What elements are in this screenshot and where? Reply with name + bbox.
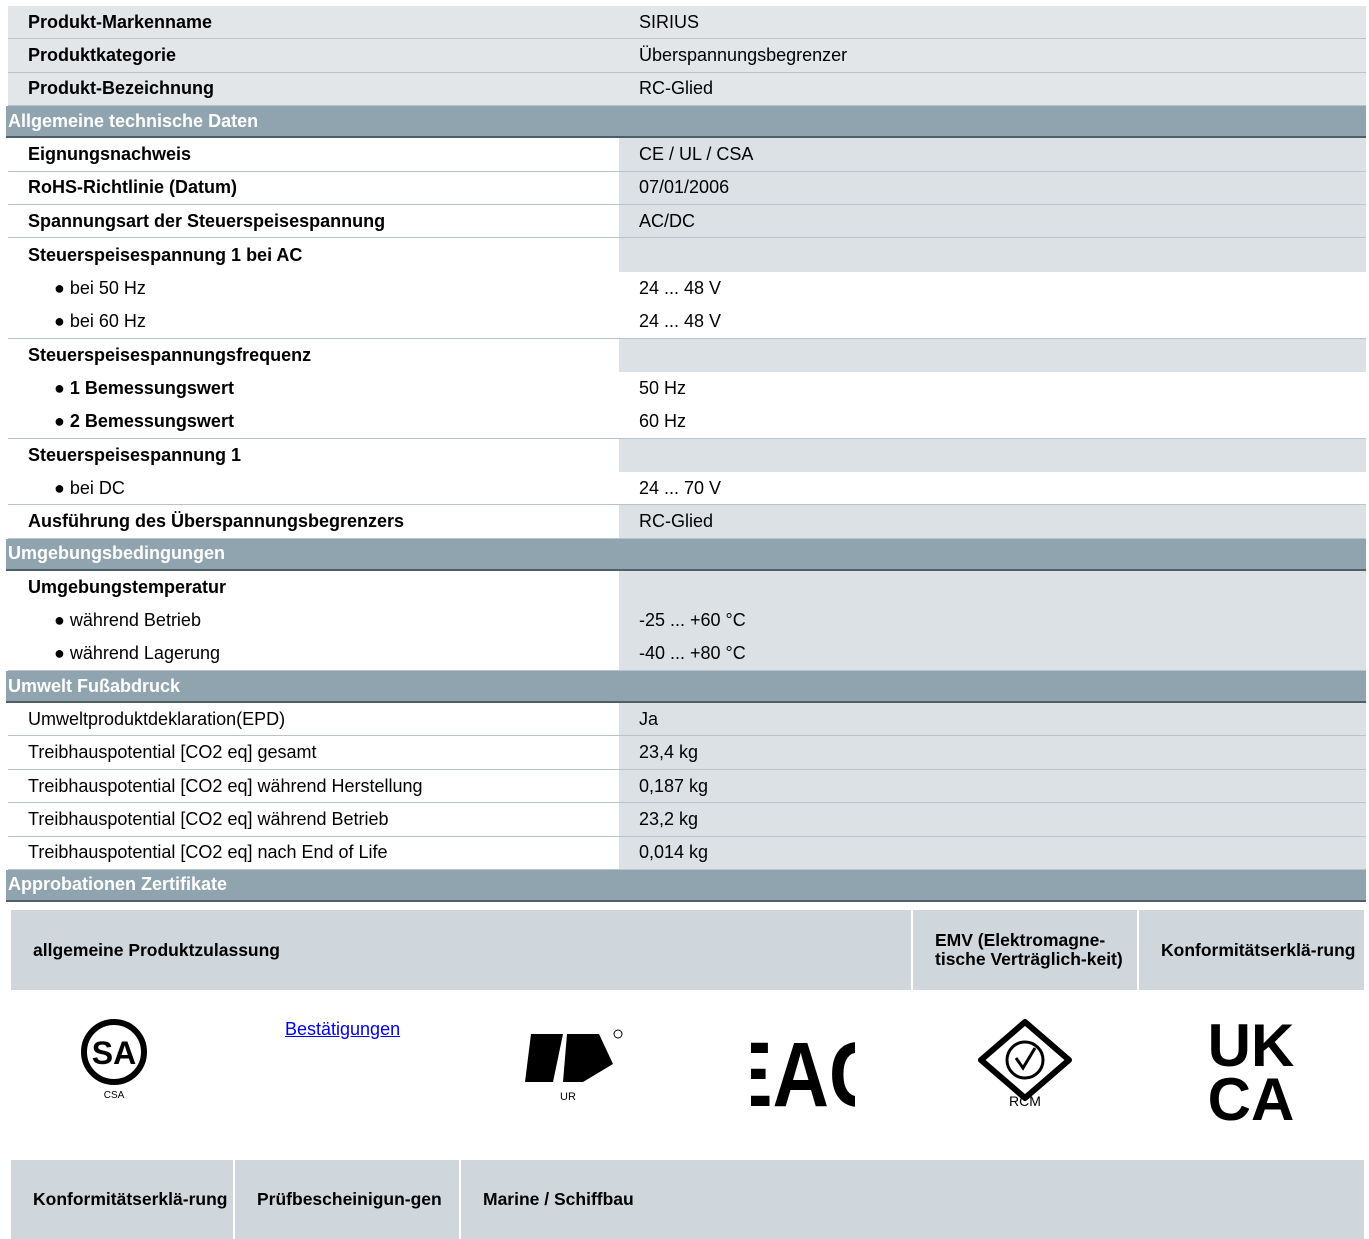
row-value: 0,187 kg (619, 769, 1366, 804)
sub-value: 50 Hz (619, 371, 1366, 406)
row-label: Umweltproduktdeklaration(EPD) (8, 703, 619, 737)
row-label: Produkt-Bezeichnung (8, 72, 619, 106)
sub-label: ● bei DC (8, 472, 619, 505)
table-row: Steuerspeisespannung 1 (8, 438, 1366, 473)
table-row: Treibhauspotential [CO2 eq] nach End of … (8, 836, 1366, 870)
csa-caption: CSA (104, 1090, 125, 1100)
row-label: RoHS-Richtlinie (Datum) (8, 171, 619, 204)
sub-value: 60 Hz (619, 405, 1366, 438)
ur-logo-icon: UR (525, 1029, 623, 1103)
group-value (619, 238, 1366, 272)
row-value: Überspannungsbegrenzer (619, 39, 1366, 72)
row-label: Treibhauspotential [CO2 eq] nach End of … (8, 836, 619, 870)
ur-caption: UR (560, 1091, 576, 1103)
cert-col-emv: EMV (Elektromagne-tische Verträglich-kei… (913, 910, 1139, 990)
row-value: SIRIUS (619, 6, 1366, 39)
table-row: ● während Lagerung -40 ... +80 °C (8, 637, 1366, 672)
row-label: Produktkategorie (8, 39, 619, 72)
row-value: 23,4 kg (619, 736, 1366, 770)
table-row: Produkt-Markenname SIRIUS (8, 6, 1366, 40)
row-value: AC/DC (619, 204, 1366, 238)
ukca-logo-icon: UK CA (1208, 1016, 1295, 1124)
table-row: Treibhauspotential [CO2 eq] während Betr… (8, 803, 1366, 837)
table-row: Steuerspeisespannungsfrequenz (8, 338, 1366, 372)
table-row: Steuerspeisespannung 1 bei AC (8, 238, 1366, 272)
row-label: Treibhauspotential [CO2 eq] gesamt (8, 736, 619, 770)
cert-col-conformity: Konformitätserklä-rung (1139, 910, 1364, 990)
table-row: ● bei DC 24 ... 70 V (8, 472, 1366, 506)
certificate-header-row: allgemeine Produktzulassung EMV (Elektro… (11, 910, 1364, 990)
sub-label: ● 2 Bemessungswert (8, 405, 619, 438)
section-header-env: Umgebungsbedingungen (6, 538, 1366, 571)
group-value (619, 438, 1366, 473)
row-label: Produkt-Markenname (8, 6, 619, 39)
table-row: Eignungsnachweis CE / UL / CSA (8, 138, 1366, 172)
certificate-logos: SA CSA UR EAC RCM UK CA (11, 1010, 1364, 1130)
table-row: Produkt-Bezeichnung RC-Glied (8, 72, 1366, 107)
table-row: Umgebungstemperatur (8, 570, 1366, 605)
table-row: ● während Betrieb -25 ... +60 °C (8, 604, 1366, 638)
row-label: Ausführung des Überspannungsbegrenzers (8, 505, 619, 538)
ukca-text-2: CA (1208, 1066, 1295, 1124)
section-header-certificates: Approbationen Zertifikate (6, 869, 1366, 902)
row-label: Treibhauspotential [CO2 eq] während Betr… (8, 803, 619, 837)
sub-value: 24 ... 48 V (619, 305, 1366, 338)
table-row: ● 2 Bemessungswert 60 Hz (8, 405, 1366, 439)
section-header-general: Allgemeine technische Daten (6, 106, 1366, 139)
row-label: Treibhauspotential [CO2 eq] während Hers… (8, 769, 619, 804)
sub-value: 24 ... 48 V (619, 271, 1366, 306)
group-label: Steuerspeisespannungsfrequenz (8, 338, 619, 372)
table-row: ● bei 50 Hz 24 ... 48 V (8, 271, 1366, 306)
row-value: RC-Glied (619, 72, 1366, 106)
sub-value: 24 ... 70 V (619, 472, 1366, 505)
row-value: Ja (619, 703, 1366, 737)
cert-col-general: allgemeine Produktzulassung (11, 910, 913, 990)
table-row: ● 1 Bemessungswert 50 Hz (8, 371, 1366, 406)
row-value: RC-Glied (619, 505, 1366, 538)
row-value: 0,014 kg (619, 836, 1366, 870)
sub-value: -25 ... +60 °C (619, 604, 1366, 638)
sub-label: ● 1 Bemessungswert (8, 371, 619, 406)
table-row: Treibhauspotential [CO2 eq] während Hers… (8, 769, 1366, 804)
group-label: Steuerspeisespannung 1 (8, 438, 619, 473)
sub-label: ● während Betrieb (8, 604, 619, 638)
csa-logo-icon: SA CSA (81, 1019, 147, 1100)
table-row: ● bei 60 Hz 24 ... 48 V (8, 305, 1366, 339)
row-label: Spannungsart der Steuerspeisespannung (8, 204, 619, 238)
spec-table: Produkt-Markenname SIRIUS Produktkategori… (6, 6, 1366, 902)
sub-value: -40 ... +80 °C (619, 637, 1366, 671)
svg-text:SA: SA (92, 1035, 136, 1071)
eac-text: EAC (751, 1028, 855, 1110)
table-row: Ausführung des Überspannungsbegrenzers RC… (8, 505, 1366, 539)
row-value: 07/01/2006 (619, 171, 1366, 204)
rcm-caption: RCM (1009, 1093, 1041, 1108)
table-row: Umweltproduktdeklaration(EPD) Ja (8, 703, 1366, 737)
table-row: RoHS-Richtlinie (Datum) 07/01/2006 (8, 171, 1366, 205)
certificate-header-row-2: Konformitätserklä-rung Prüfbescheinigun-… (11, 1160, 1364, 1239)
row-label: Eignungsnachweis (8, 138, 619, 171)
table-row: Spannungsart der Steuerspeisespannung AC/… (8, 204, 1366, 239)
row-value: CE / UL / CSA (619, 138, 1366, 171)
eac-logo-icon: EAC (751, 1028, 855, 1110)
row-value: 23,2 kg (619, 803, 1366, 837)
sub-label: ● während Lagerung (8, 637, 619, 671)
section-header-footprint: Umwelt Fußabdruck (6, 671, 1366, 704)
group-label: Steuerspeisespannung 1 bei AC (8, 238, 619, 272)
table-row: Treibhauspotential [CO2 eq] gesamt 23,4 k… (8, 736, 1366, 770)
rcm-logo-icon: RCM (978, 1019, 1072, 1108)
group-value (619, 570, 1366, 605)
cert2-col-marine: Marine / Schiffbau (461, 1160, 1364, 1239)
sub-label: ● bei 60 Hz (8, 305, 619, 338)
sub-label: ● bei 50 Hz (8, 271, 619, 306)
cert2-col-conformity: Konformitätserklä-rung (11, 1160, 235, 1239)
group-label: Umgebungstemperatur (8, 570, 619, 605)
group-value (619, 338, 1366, 372)
table-row: Produktkategorie Überspannungsbegrenzer (8, 39, 1366, 73)
cert2-col-test-certificates: Prüfbescheinigun-gen (235, 1160, 461, 1239)
